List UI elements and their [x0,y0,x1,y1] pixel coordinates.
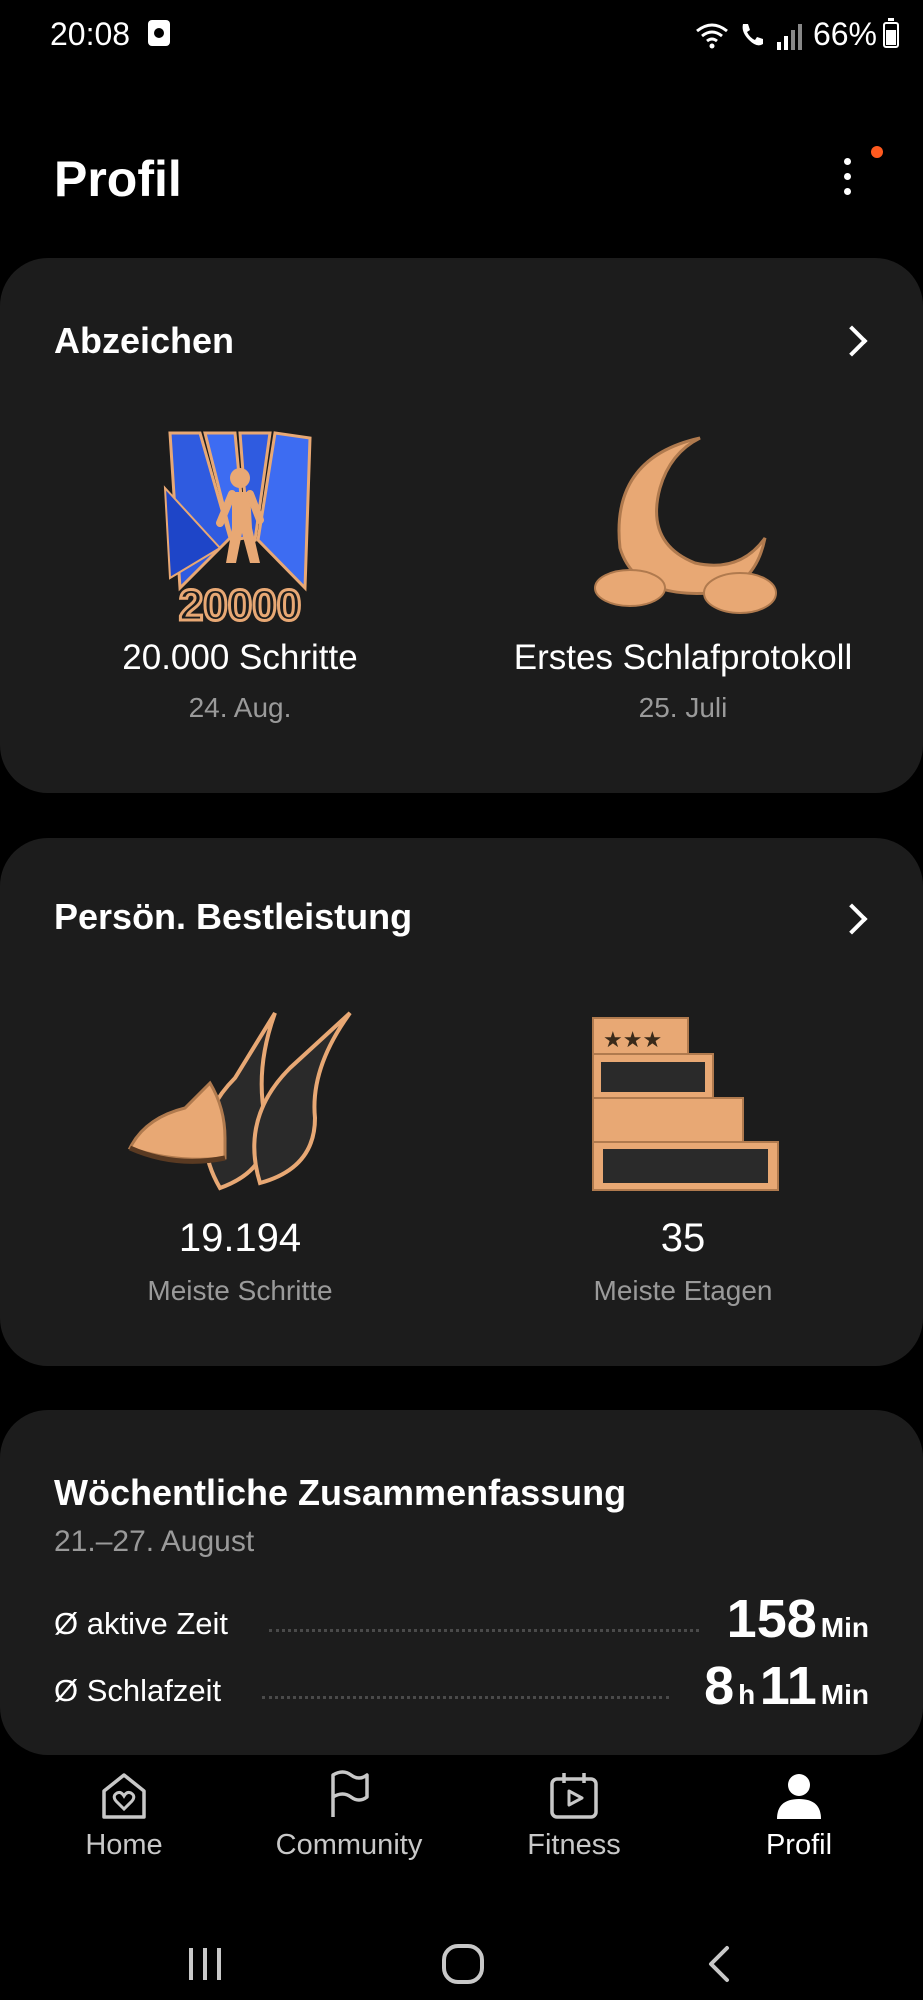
badge-date: 25. Juli [638,692,728,723]
row-divider [262,1696,669,1699]
system-navigation-bar [0,1920,923,2000]
shoe-record-icon[interactable] [125,1008,355,1198]
summary-row-sleep-time[interactable]: Ø Schlafzeit 8h 11 Min [54,1656,869,1717]
stairs-record-icon[interactable]: ★★★ [588,1013,783,1193]
summary-range: 21.–27. August [54,1525,255,1558]
status-bar: 20:08 66% [0,0,923,72]
record-value: 19.194 [178,1216,302,1260]
records-card[interactable]: Persön. Bestleistung 19.194 Meiste Schri… [0,838,923,1366]
row-label: Ø aktive Zeit [54,1606,228,1641]
row-divider [269,1629,699,1632]
home-button-icon[interactable] [440,1942,486,1986]
calendar-play-icon [550,1773,598,1819]
badges-title: Abzeichen [54,320,235,361]
battery-percent: 66% [812,16,877,52]
nav-profil[interactable]: Profil [699,1765,899,1862]
badge-item[interactable]: Erstes Schlafprotokoll 25. Juli [473,638,893,724]
nav-label: Community [275,1829,423,1861]
wifi-call-icon [742,24,763,46]
summary-row-active-time[interactable]: Ø aktive Zeit 158 Min [54,1589,869,1650]
record-value: 35 [660,1216,706,1260]
nav-community[interactable]: Community [249,1765,449,1862]
nav-label: Fitness [527,1829,621,1861]
sim-card-icon [148,20,170,46]
row-value: 158 Min [726,1589,869,1649]
badge-name: 20.000 Schritte [122,638,358,677]
nav-label: Profil [765,1829,833,1861]
flag-icon [331,1770,369,1817]
nav-fitness[interactable]: Fitness [474,1765,674,1862]
badge-item[interactable]: 20.000 Schritte 24. Aug. [30,638,450,724]
bottom-navigation: Home Community Fitness Profil [0,1765,923,1905]
more-options-button[interactable] [835,146,883,202]
badge-name: Erstes Schlafprotokoll [513,638,853,677]
badges-card[interactable]: Abzeichen 20000 20.000 Schritte 24. Aug.… [0,258,923,793]
moon-badge-icon[interactable] [590,428,780,628]
recent-apps-icon[interactable] [185,1944,225,1984]
chevron-right-icon[interactable] [836,903,868,935]
more-vertical-icon [843,158,851,165]
svg-text:★★★: ★★★ [603,1028,662,1053]
nav-label: Home [85,1829,163,1861]
notification-dot [871,146,883,158]
row-value: 8h 11 Min [704,1656,869,1716]
row-label: Ø Schlafzeit [54,1673,222,1708]
status-time: 20:08 [50,16,131,52]
chevron-right-icon[interactable] [836,325,868,357]
signal-icon [777,24,802,50]
record-item[interactable]: 35 Meiste Etagen [473,1216,893,1307]
page-title: Profil [54,151,182,207]
summary-title: Wöchentliche Zusammenfassung [54,1472,627,1513]
badge-20000-text: 20000 [179,581,301,628]
person-icon [777,1774,821,1819]
records-title: Persön. Bestleistung [54,896,413,937]
record-label: Meiste Schritte [147,1275,333,1306]
status-icons [695,18,803,52]
wifi-icon [696,23,728,49]
record-item[interactable]: 19.194 Meiste Schritte [30,1216,450,1307]
badge-date: 24. Aug. [188,692,292,723]
record-label: Meiste Etagen [593,1275,773,1306]
back-icon[interactable] [705,1944,735,1984]
home-heart-icon [102,1773,146,1819]
nav-home[interactable]: Home [24,1765,224,1862]
walker-20000-badge-icon[interactable]: 20000 [160,428,320,628]
battery-icon [883,18,899,48]
